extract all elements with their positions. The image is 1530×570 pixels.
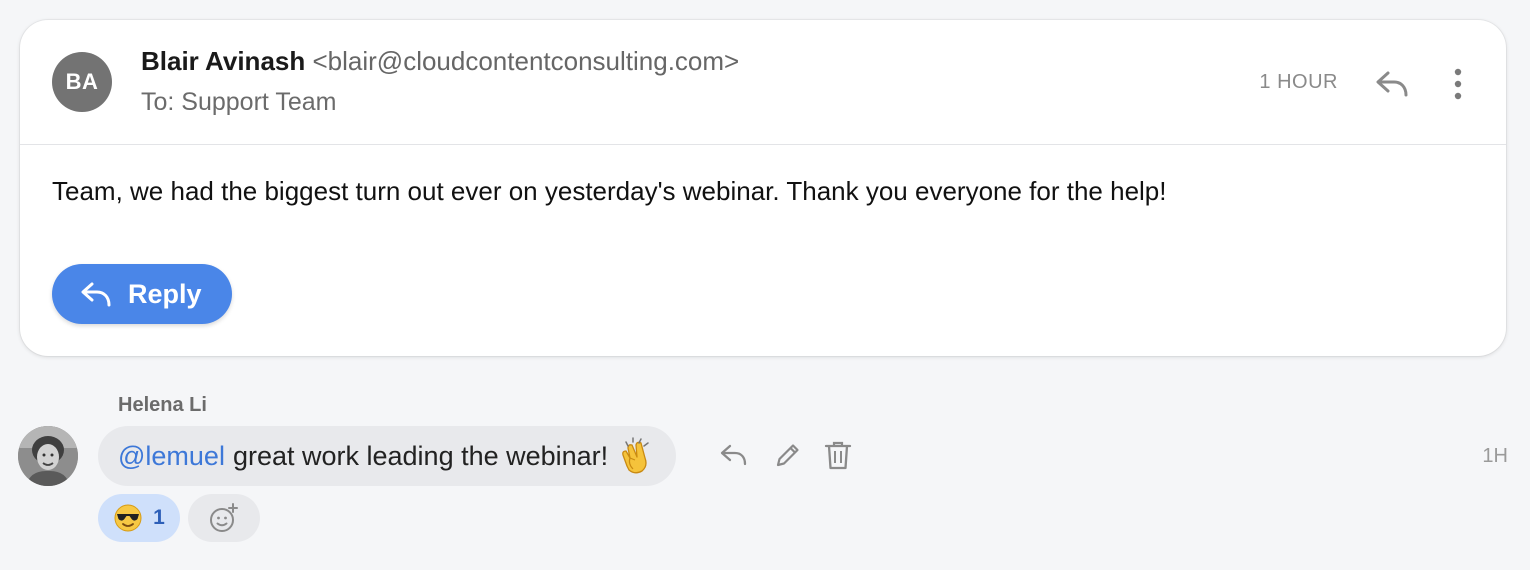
more-vertical-icon[interactable] (1446, 64, 1470, 104)
reply-icon[interactable] (718, 438, 750, 472)
comment-time: 1H (1482, 445, 1508, 467)
message-time: 1 HOUR (1259, 71, 1338, 93)
reply-button-label: Reply (128, 278, 202, 309)
smiling-face-with-sunglasses-emoji (114, 504, 142, 532)
trash-icon[interactable] (822, 438, 854, 472)
reaction-count: 1 (153, 506, 165, 529)
comment-bubble: @lemuel great work leading the webinar! (98, 426, 677, 486)
email-card: BA Blair Avinash <blair@cloudcontentcons… (20, 20, 1506, 356)
comment-text: great work leading the webinar! (232, 440, 609, 471)
mention-link[interactable]: @lemuel (118, 441, 225, 472)
sender-avatar: BA (52, 52, 112, 112)
email-header: BA Blair Avinash <blair@cloudcontentcons… (20, 20, 1506, 145)
message-body: Team, we had the biggest turn out ever o… (52, 176, 1167, 206)
sender-email: <blair@cloudcontentconsulting.com> (312, 46, 740, 76)
sender-line: Blair Avinash <blair@cloudcontentconsult… (141, 46, 739, 77)
edit-pencil-icon[interactable] (772, 438, 804, 472)
reply-button[interactable]: Reply (52, 264, 232, 324)
add-emoji-icon[interactable] (188, 494, 260, 542)
reply-icon[interactable] (1372, 64, 1412, 104)
commenter-avatar (18, 426, 78, 486)
clapping-hands-emoji (616, 436, 656, 476)
recipient-line: To: Support Team (141, 88, 337, 116)
sender-name[interactable]: Blair Avinash (141, 46, 305, 76)
reaction-chip[interactable]: 1 (98, 494, 180, 542)
comment-author: Helena Li (118, 394, 207, 416)
reply-icon (81, 282, 111, 307)
